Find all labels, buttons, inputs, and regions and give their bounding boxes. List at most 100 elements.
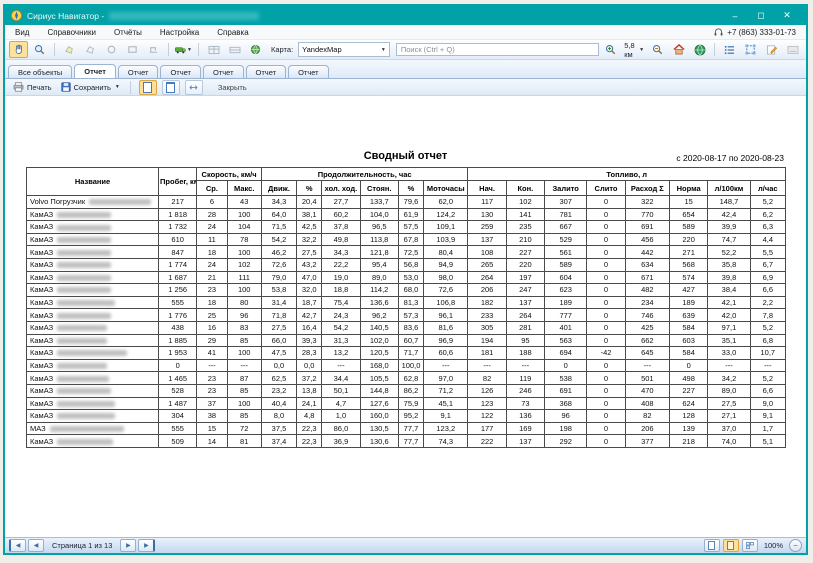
vehicle-name: КамАЗ <box>30 348 53 357</box>
cell-r3-c9: 137 <box>468 233 506 246</box>
cell-r8-c0: 555 <box>159 296 197 309</box>
layout-multi-button[interactable] <box>742 539 758 552</box>
first-page-button[interactable]: ◀ <box>9 539 26 552</box>
zoom-in-button[interactable] <box>601 41 620 58</box>
column-group-4: Топливо, л <box>468 168 786 181</box>
cell-r6-c13: 671 <box>625 271 669 284</box>
print-button[interactable]: Печать <box>11 81 54 93</box>
tab-6[interactable]: Отчет <box>288 65 329 78</box>
object-list-button[interactable] <box>720 41 739 58</box>
cell-r0-c2: 43 <box>227 196 261 209</box>
cell-r12-c8: 60,6 <box>424 347 468 360</box>
cell-r9-c1: 25 <box>197 309 227 322</box>
cell-r1-c11: 781 <box>545 208 587 221</box>
tab-0[interactable]: Все объекты <box>8 65 72 78</box>
cell-r6-c6: 89,0 <box>360 271 398 284</box>
zoom-out-map-button[interactable] <box>648 41 667 58</box>
table-row: КамАЗ1 7322410471,542,537,896,557,5109,1… <box>27 221 786 234</box>
cell-r15-c11: 691 <box>545 384 587 397</box>
tab-1-active[interactable]: Отчет <box>74 64 116 78</box>
cell-r15-c15: 89,0 <box>708 384 750 397</box>
tab-5[interactable]: Отчет <box>246 65 287 78</box>
table-row: КамАЗ438168327,516,454,2140,583,681,6305… <box>27 321 786 334</box>
route-button[interactable] <box>144 41 163 58</box>
maximize-button[interactable]: ◻ <box>748 8 774 23</box>
cell-r14-c0: 1 465 <box>159 372 197 385</box>
chevron-down-icon: ▼ <box>639 47 644 53</box>
table-row: КамАЗ30438858,04,81,0160,095,29,11221369… <box>27 410 786 423</box>
vehicle-plate-redacted <box>57 300 115 306</box>
vehicle-name: КамАЗ <box>30 298 53 307</box>
view-continuous-button[interactable] <box>162 80 180 95</box>
cell-r9-c7: 57,3 <box>398 309 423 322</box>
cell-r19-c9: 222 <box>468 435 506 448</box>
selection-frame-button[interactable] <box>741 41 760 58</box>
grid-view-button[interactable] <box>204 41 223 58</box>
vehicle-button[interactable]: ▼ <box>174 41 193 58</box>
cell-r5-c6: 95,4 <box>360 258 398 271</box>
cell-r19-c7: 77,7 <box>398 435 423 448</box>
cell-r11-c4: 39,3 <box>297 334 322 347</box>
vehicle-name: МАЗ <box>30 424 46 433</box>
minimize-button[interactable]: – <box>722 8 748 23</box>
cell-r11-c6: 102,0 <box>360 334 398 347</box>
polygon-button[interactable] <box>81 41 100 58</box>
cell-r17-c2: 85 <box>227 410 261 423</box>
cell-r11-c14: 603 <box>670 334 708 347</box>
edit-zone-button[interactable] <box>60 41 79 58</box>
cell-r11-c15: 35,1 <box>708 334 750 347</box>
map-scale-select[interactable]: 5,8 км ▼ <box>624 41 644 59</box>
refresh-globe-button[interactable] <box>246 41 265 58</box>
map-select[interactable]: YandexMap ▼ <box>298 42 390 57</box>
table-view-button[interactable] <box>225 41 244 58</box>
layout-facing-button[interactable] <box>723 539 739 552</box>
cell-r11-c7: 60,7 <box>398 334 423 347</box>
cell-r17-c16: 9,1 <box>750 410 785 423</box>
view-single-page-button[interactable] <box>139 80 157 95</box>
menu-item-0[interactable]: Вид <box>15 28 29 37</box>
tab-3[interactable]: Отчет <box>160 65 201 78</box>
view-fit-width-button[interactable] <box>185 80 203 95</box>
globe-button[interactable] <box>690 41 709 58</box>
prev-page-button[interactable]: ◀ <box>28 539 44 552</box>
menu-item-2[interactable]: Отчёты <box>114 28 142 37</box>
cell-r2-c12: 0 <box>587 221 625 234</box>
last-page-button[interactable]: ▶ <box>138 539 155 552</box>
zoom-out-report-button[interactable]: − <box>789 539 802 552</box>
zoom-tool-button[interactable] <box>30 41 49 58</box>
close-button[interactable]: ✕ <box>774 8 800 23</box>
menu-item-1[interactable]: Справочники <box>47 28 95 37</box>
report-toolbar: Печать Сохранить ▼ Закрыть <box>5 79 806 96</box>
save-button[interactable]: Сохранить ▼ <box>59 81 122 93</box>
cell-r8-c14: 189 <box>670 296 708 309</box>
cell-r5-c5: 22,2 <box>322 258 360 271</box>
search-input[interactable] <box>396 43 599 56</box>
cell-r13-c1: --- <box>197 359 227 372</box>
home-button[interactable] <box>669 41 688 58</box>
cell-r19-c14: 218 <box>670 435 708 448</box>
circle-zone-button[interactable] <box>102 41 121 58</box>
column-header-15: л/час <box>750 181 785 196</box>
edit-note-button[interactable] <box>762 41 781 58</box>
cell-r12-c13: 645 <box>625 347 669 360</box>
page-indicator: Страница 1 из 13 <box>52 541 112 550</box>
close-report-button[interactable]: Закрыть <box>218 83 247 92</box>
tab-2[interactable]: Отчет <box>118 65 159 78</box>
cell-r1-c14: 654 <box>670 208 708 221</box>
cell-r5-c7: 56,8 <box>398 258 423 271</box>
cell-r10-c15: 97,1 <box>708 321 750 334</box>
cell-r6-c8: 98,0 <box>424 271 468 284</box>
cell-r4-c1: 18 <box>197 246 227 259</box>
tab-4[interactable]: Отчет <box>203 65 244 78</box>
next-page-button[interactable]: ▶ <box>120 539 136 552</box>
menu-item-4[interactable]: Справка <box>217 28 248 37</box>
rect-zone-button[interactable] <box>123 41 142 58</box>
layout-single-button[interactable] <box>704 539 720 552</box>
pan-tool-button[interactable] <box>9 41 28 58</box>
cell-r19-c4: 22,3 <box>297 435 322 448</box>
image-button[interactable] <box>783 41 802 58</box>
vehicle-name: КамАЗ <box>30 437 53 446</box>
cell-r2-c4: 42,5 <box>297 221 322 234</box>
menu-item-3[interactable]: Настройка <box>160 28 199 37</box>
window-title: Сириус Навигатор - <box>27 11 104 21</box>
